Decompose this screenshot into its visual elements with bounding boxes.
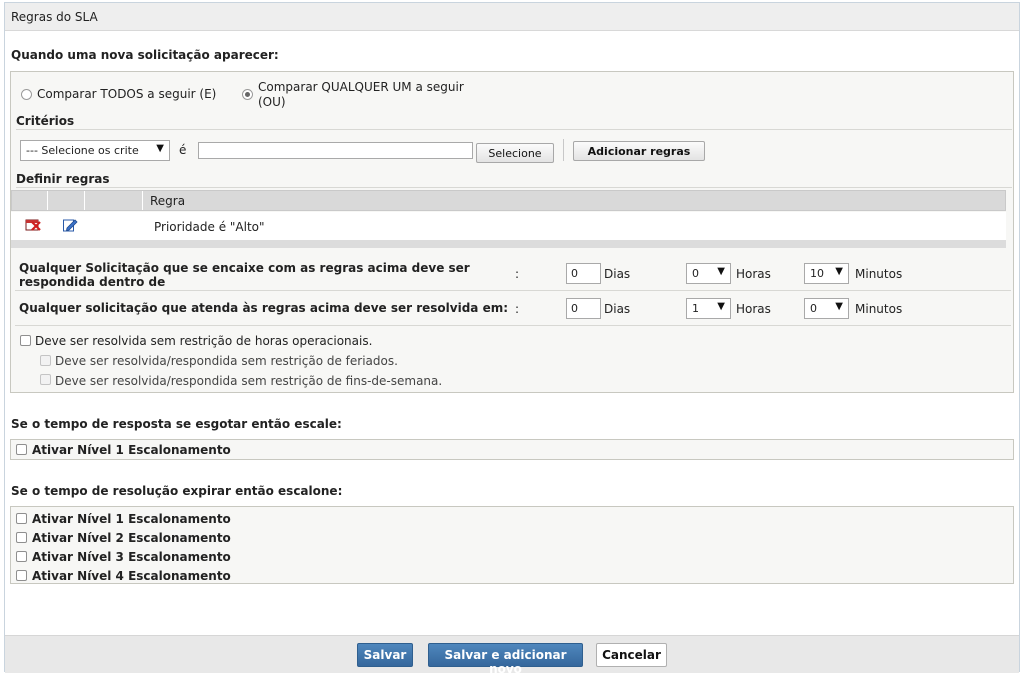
- response-days-label: Dias: [604, 267, 631, 281]
- radio-match-any-label-2: (OU): [258, 95, 286, 109]
- no-operational-hours-checkbox[interactable]: [20, 335, 31, 346]
- rules-table-header: Regra: [11, 190, 1006, 211]
- resolution-escalation-level3-label: Ativar Nível 3 Escalonamento: [32, 550, 231, 564]
- response-minutes-label: Minutos: [855, 267, 903, 281]
- resolution-hours-label: Horas: [736, 302, 771, 316]
- select-button[interactable]: Selecione: [476, 143, 554, 163]
- table-row: Prioridade é "Alto": [11, 212, 1006, 240]
- criteria-select[interactable]: --- Selecione os crite ▼: [20, 140, 170, 161]
- horizontal-scrollbar[interactable]: [11, 240, 1006, 248]
- criteria-value-input[interactable]: [198, 142, 473, 159]
- resolution-escalation-box: Ativar Nível 1 Escalonamento Ativar Níve…: [10, 506, 1014, 584]
- resolution-escalation-level4-checkbox[interactable]: [16, 570, 27, 581]
- resolution-escalation-level1-checkbox[interactable]: [16, 513, 27, 524]
- cancel-button[interactable]: Cancelar: [596, 643, 667, 667]
- resolution-escalation-level2-checkbox[interactable]: [16, 532, 27, 543]
- no-operational-hours-label: Deve ser resolvida sem restrição de hora…: [35, 334, 373, 348]
- panel-title: Regras do SLA: [5, 3, 1019, 31]
- response-minutes-select[interactable]: 10 ▼: [804, 263, 849, 284]
- resolution-hours-select[interactable]: 1 ▼: [686, 298, 731, 319]
- rule-text: Prioridade é "Alto": [154, 220, 265, 234]
- delete-icon[interactable]: [25, 218, 42, 235]
- response-hours-select[interactable]: 0 ▼: [686, 263, 731, 284]
- criteria-select-value: --- Selecione os crite: [26, 144, 139, 157]
- resolution-rule-label: Qualquer solicitação que atenda às regra…: [19, 301, 509, 315]
- chevron-down-icon: ▼: [835, 301, 843, 312]
- no-holidays-checkbox[interactable]: [40, 355, 51, 366]
- no-holidays-label: Deve ser resolvida/respondida sem restri…: [55, 354, 398, 368]
- rules-table-column-rule: Regra: [150, 194, 186, 208]
- resolution-colon: :: [515, 302, 520, 316]
- chevron-down-icon: ▼: [717, 266, 725, 277]
- response-escalation-level1-checkbox[interactable]: [16, 444, 27, 455]
- resolution-escalation-heading: Se o tempo de resolução expirar então es…: [11, 484, 343, 498]
- no-weekends-checkbox[interactable]: [40, 374, 51, 385]
- equals-label: é: [179, 143, 187, 157]
- define-rules-label: Definir regras: [16, 172, 110, 186]
- radio-match-all-label: Comparar TODOS a seguir (E): [37, 87, 217, 101]
- no-weekends-label: Deve ser resolvida/respondida sem restri…: [55, 374, 443, 388]
- chevron-down-icon: ▼: [717, 301, 725, 312]
- response-hours-label: Horas: [736, 267, 771, 281]
- chevron-down-icon: ▼: [156, 143, 164, 154]
- response-escalation-box: Ativar Nível 1 Escalonamento: [10, 439, 1014, 460]
- form-footer: Salvar Salvar e adicionar novo Cancelar: [5, 635, 1019, 676]
- radio-match-any-label-1: Comparar QUALQUER UM a seguir: [258, 80, 464, 94]
- criteria-label: Critérios: [16, 114, 75, 128]
- response-escalation-level1-label: Ativar Nível 1 Escalonamento: [32, 443, 231, 457]
- response-days-input[interactable]: 0: [566, 263, 601, 284]
- divider: [563, 139, 564, 161]
- edit-icon[interactable]: [62, 217, 78, 236]
- divider: [16, 187, 1012, 188]
- chevron-down-icon: ▼: [835, 266, 843, 277]
- save-add-new-button[interactable]: Salvar e adicionar novo: [428, 643, 583, 676]
- save-button[interactable]: Salvar: [357, 643, 413, 667]
- response-colon: :: [515, 267, 520, 281]
- resolution-escalation-level1-label: Ativar Nível 1 Escalonamento: [32, 512, 231, 526]
- radio-match-any[interactable]: [242, 89, 253, 100]
- resolution-minutes-label: Minutos: [855, 302, 903, 316]
- resolution-days-label: Dias: [604, 302, 631, 316]
- resolution-escalation-level3-checkbox[interactable]: [16, 551, 27, 562]
- sla-rules-panel: Regras do SLA Quando uma nova solicitaçã…: [4, 2, 1020, 676]
- divider: [16, 129, 1012, 130]
- criteria-heading: Quando uma nova solicitação aparecer:: [11, 48, 279, 62]
- radio-match-all[interactable]: [21, 89, 32, 100]
- resolution-escalation-level4-label: Ativar Nível 4 Escalonamento: [32, 569, 231, 583]
- resolution-minutes-select[interactable]: 0 ▼: [804, 298, 849, 319]
- resolution-days-input[interactable]: 0: [566, 298, 601, 319]
- resolution-escalation-level2-label: Ativar Nível 2 Escalonamento: [32, 531, 231, 545]
- add-rules-button[interactable]: Adicionar regras: [573, 141, 705, 161]
- response-rule-label: Qualquer Solicitação que se encaixe com …: [19, 261, 470, 289]
- divider: [15, 290, 1011, 291]
- response-escalation-heading: Se o tempo de resposta se esgotar então …: [11, 417, 342, 431]
- divider: [15, 325, 1011, 326]
